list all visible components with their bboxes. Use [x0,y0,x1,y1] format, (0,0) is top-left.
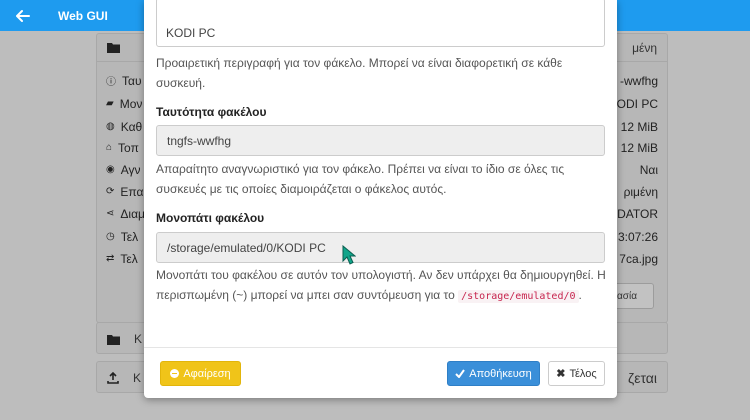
app-title: Web GUI [58,8,108,23]
edit-folder-modal: KODI PC Προαιρετική περιγραφή για τον φά… [144,0,617,398]
folder-label-value: KODI PC [166,26,216,40]
upload-icon [107,372,119,384]
folder-label-help: Προαιρετική περιγραφή για τον φάκελο. Μπ… [156,56,563,90]
modal-footer: Αφαίρεση Αποθήκευση ✖ Τέλος [144,347,617,398]
close-icon: ✖ [556,368,566,380]
folder-path-value: /storage/emulated/0/KODI PC [167,240,326,255]
path-code: /storage/emulated/0 [458,290,579,303]
arrow-left-icon [16,9,30,22]
folder-id-field[interactable]: tngfs-wwfhg [156,125,605,156]
check-icon [455,369,466,378]
remove-button[interactable]: Αφαίρεση [160,361,241,386]
back-button[interactable] [0,0,46,31]
swap-icon: ⇄ [106,253,115,264]
folder-status: μένη [632,40,657,55]
folder-icon [107,43,120,53]
folder-id-label: Ταυτότητα φακέλου [156,105,267,119]
globe-icon: ◍ [106,121,115,132]
save-button[interactable]: Αποθήκευση [447,361,540,386]
home-icon: ⌂ [106,142,113,153]
close-button[interactable]: ✖ Τέλος [548,361,605,386]
mouse-cursor-icon [342,245,356,265]
minus-circle-icon [170,369,180,378]
modal-body: KODI PC Προαιρετική περιγραφή για τον φά… [144,0,617,348]
info-icon: ⓘ [106,77,116,88]
folder-path-label: Μονοπάτι φακέλου [156,211,265,225]
refresh-icon: ⟳ [106,186,115,197]
folder-open-icon: ▰ [106,98,114,109]
folder-path-field[interactable]: /storage/emulated/0/KODI PC [156,232,605,263]
folder-path-help: Μονοπάτι του φακέλου σε αυτόν τον υπολογ… [156,268,606,303]
folder-id-help: Απαραίτητο αναγνωριστικό για τον φάκελο.… [156,162,565,196]
clock-icon: ◷ [106,231,115,242]
eye-icon: ◉ [106,164,115,175]
folder-id-value: tngfs-wwfhg [167,133,232,148]
folder-icon-2 [107,334,120,345]
share-icon: ⋖ [106,208,115,219]
folder-label-input[interactable] [156,0,605,47]
